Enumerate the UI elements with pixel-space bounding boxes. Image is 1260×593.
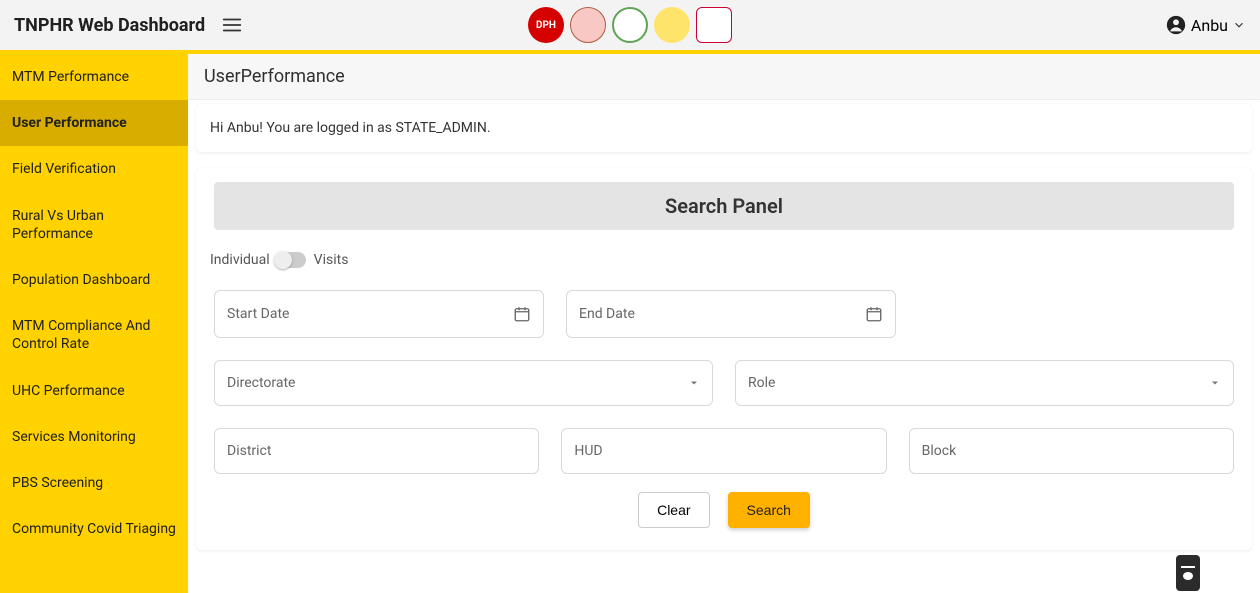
sidebar-item-label: Rural Vs Urban Performance xyxy=(12,208,104,242)
search-button[interactable]: Search xyxy=(728,492,810,528)
view-toggle: Individual Visits xyxy=(210,252,1234,268)
sidebar-item-community-covid-triaging[interactable]: Community Covid Triaging xyxy=(0,506,188,552)
block-field[interactable]: Block xyxy=(909,428,1234,474)
sidebar: MTM Performance User Performance Field V… xyxy=(0,54,188,593)
sidebar-item-label: MTM Performance xyxy=(12,69,129,85)
greeting-text: Hi Anbu! You are logged in as STATE_ADMI… xyxy=(210,120,491,136)
header: TNPHR Web Dashboard DPH Anbu xyxy=(0,0,1260,50)
clear-button[interactable]: Clear xyxy=(638,492,709,528)
sidebar-item-label: Population Dashboard xyxy=(12,272,150,288)
end-date-field[interactable]: End Date xyxy=(566,290,896,338)
user-menu[interactable]: Anbu xyxy=(1165,14,1246,36)
chevron-down-icon xyxy=(1232,18,1246,32)
start-date-field[interactable]: Start Date xyxy=(214,290,544,338)
sidebar-item-label: Community Covid Triaging xyxy=(12,521,176,537)
calendar-icon xyxy=(865,305,883,323)
sidebar-item-mtm-performance[interactable]: MTM Performance xyxy=(0,54,188,100)
logo-tn-emblem-icon xyxy=(612,7,648,43)
field-label: Start Date xyxy=(227,306,289,322)
sidebar-item-label: User Performance xyxy=(12,115,127,131)
logo-uhc-icon xyxy=(696,7,732,43)
sidebar-item-label: MTM Compliance And Control Rate xyxy=(12,318,150,352)
calendar-icon xyxy=(513,305,531,323)
search-panel-header: Search Panel xyxy=(214,182,1234,230)
account-circle-icon xyxy=(1165,14,1187,36)
field-label: Block xyxy=(922,443,957,459)
sidebar-item-population-dashboard[interactable]: Population Dashboard xyxy=(0,257,188,303)
sidebar-item-uhc-performance[interactable]: UHC Performance xyxy=(0,368,188,414)
caret-down-icon xyxy=(1209,377,1221,389)
sidebar-item-rural-vs-urban-performance[interactable]: Rural Vs Urban Performance xyxy=(0,193,188,257)
sidebar-item-label: Field Verification xyxy=(12,161,116,177)
individual-visits-toggle[interactable] xyxy=(278,252,306,268)
toggle-label-individual: Individual xyxy=(210,252,270,268)
screenshot-widget[interactable] xyxy=(1176,555,1200,591)
page-title: UserPerformance xyxy=(188,54,1260,100)
field-label: District xyxy=(227,443,271,459)
district-field[interactable]: District xyxy=(214,428,539,474)
caret-down-icon xyxy=(688,377,700,389)
field-label: Role xyxy=(748,375,775,391)
sidebar-item-label: UHC Performance xyxy=(12,383,125,399)
app-title: TNPHR Web Dashboard xyxy=(14,15,205,36)
directorate-select[interactable]: Directorate xyxy=(214,360,713,406)
sidebar-item-user-performance[interactable]: User Performance xyxy=(0,100,188,146)
sidebar-item-label: PBS Screening xyxy=(12,475,103,491)
logo-nhm-icon xyxy=(570,7,606,43)
logo-dph-icon: DPH xyxy=(528,7,564,43)
search-panel: Search Panel Individual Visits Start Dat… xyxy=(196,168,1252,550)
sidebar-item-pbs-screening[interactable]: PBS Screening xyxy=(0,460,188,506)
camera-icon xyxy=(1183,572,1193,580)
widget-bar-icon xyxy=(1181,566,1195,568)
greeting-card: Hi Anbu! You are logged in as STATE_ADMI… xyxy=(196,104,1252,152)
hamburger-icon xyxy=(221,14,243,36)
header-logos: DPH xyxy=(528,7,732,43)
field-label: End Date xyxy=(579,306,635,322)
sidebar-item-services-monitoring[interactable]: Services Monitoring xyxy=(0,414,188,460)
user-label: Anbu xyxy=(1191,16,1228,35)
toggle-label-visits: Visits xyxy=(314,252,349,268)
sidebar-item-field-verification[interactable]: Field Verification xyxy=(0,146,188,192)
sidebar-item-mtm-compliance-and-control-rate[interactable]: MTM Compliance And Control Rate xyxy=(0,303,188,367)
logo-mtm-icon xyxy=(654,7,690,43)
main-content: UserPerformance Hi Anbu! You are logged … xyxy=(188,54,1260,593)
menu-toggle-button[interactable] xyxy=(221,14,243,36)
field-label: Directorate xyxy=(227,375,295,391)
field-label: HUD xyxy=(574,443,602,459)
role-select[interactable]: Role xyxy=(735,360,1234,406)
sidebar-item-label: Services Monitoring xyxy=(12,429,136,445)
hud-field[interactable]: HUD xyxy=(561,428,886,474)
